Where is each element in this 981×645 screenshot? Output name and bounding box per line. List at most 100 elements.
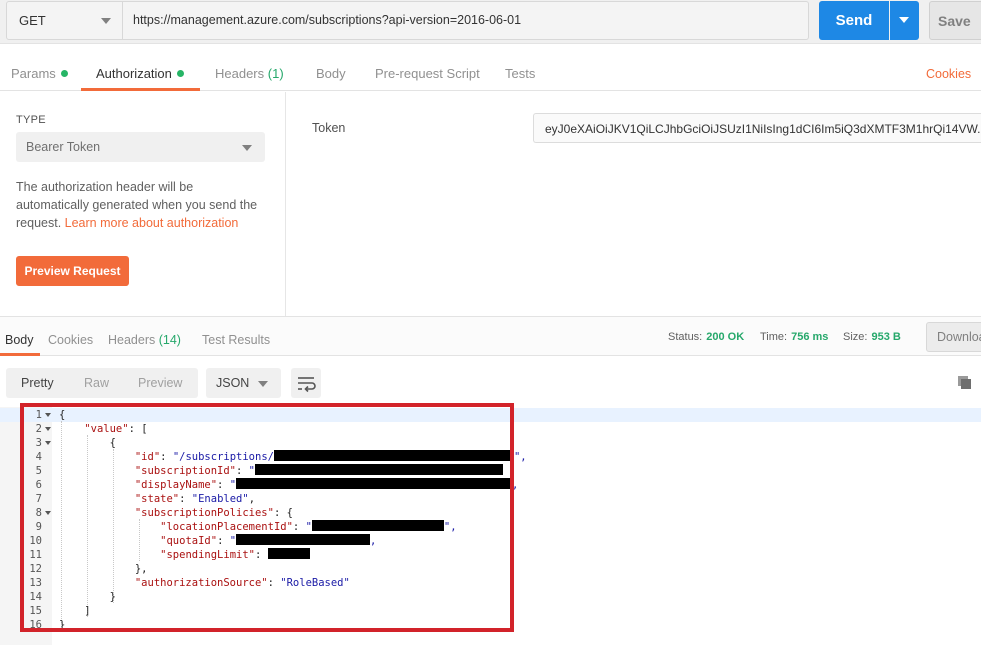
auth-type-select[interactable]: Bearer Token: [16, 132, 265, 162]
redaction-bar: [273, 450, 514, 461]
tab-response-headers[interactable]: Headers (14): [108, 333, 181, 347]
tab-count: (14): [158, 333, 181, 347]
code-line: 10 "quotaId": ",: [0, 534, 981, 548]
request-bar: GET https://management.azure.com/subscri…: [0, 0, 981, 44]
tab-test-results[interactable]: Test Results: [202, 333, 270, 347]
tab-tests[interactable]: Tests: [505, 66, 535, 81]
pretty-button[interactable]: Pretty: [21, 376, 54, 390]
preview-button[interactable]: Preview: [138, 376, 182, 390]
token-label: Token: [312, 121, 346, 135]
wrap-lines-icon: [298, 377, 316, 393]
line-text: "subscriptionId": ": [59, 464, 503, 478]
line-text: ]: [59, 605, 91, 617]
cookies-link[interactable]: Cookies: [926, 67, 971, 81]
tab-label: Headers: [108, 333, 156, 347]
time-value: 756 ms: [791, 331, 829, 343]
line-text: },: [59, 563, 148, 575]
line-text: "value": [: [84, 423, 148, 435]
tab-label: Authorization: [96, 66, 172, 81]
send-button[interactable]: Send: [819, 1, 889, 40]
status-dot-icon: [176, 70, 184, 77]
active-tab-indicator: [81, 88, 200, 91]
method-select[interactable]: GET: [6, 1, 123, 40]
status-label: Status:: [668, 331, 703, 343]
code-line: 15 ]: [0, 604, 981, 618]
line-number: 3: [35, 437, 42, 449]
code-line: 4 "id": "/subscriptions/",: [0, 450, 981, 464]
line-number: 12: [29, 563, 42, 575]
line-number: 9: [35, 521, 42, 533]
line-number: 4: [35, 451, 42, 463]
tab-authorization[interactable]: Authorization: [96, 66, 184, 81]
code-line: 1{: [0, 408, 981, 422]
code-line: 3 {: [0, 436, 981, 450]
line-number: 10: [29, 535, 42, 547]
response-body-code[interactable]: 1{2 "value": [3 {4 "id": "/subscriptions…: [0, 407, 981, 645]
line-number: 5: [35, 465, 42, 477]
format-select[interactable]: JSON: [206, 368, 281, 398]
line-text: {: [59, 437, 116, 449]
tab-label: Params: [11, 66, 56, 81]
time-label: Time:: [760, 331, 788, 343]
response-time: Time: 756 ms: [760, 331, 828, 343]
tab-body[interactable]: Body: [316, 66, 346, 81]
line-text: "id": "/subscriptions/",: [134, 450, 527, 463]
chevron-down-icon: [242, 145, 252, 151]
request-tabs: Params Authorization Headers (1) Body Pr…: [0, 51, 981, 91]
line-text: "authorizationSource": "RoleBased": [134, 577, 350, 589]
token-input[interactable]: eyJ0eXAiOiJKV1QiLCJhbGciOiJSUzI1NiIsIng1…: [533, 113, 981, 143]
redaction-bar: [255, 464, 503, 475]
line-text: "locationPlacementId": " ",: [160, 520, 457, 533]
line-number: 11: [29, 549, 42, 561]
line-text: }: [59, 619, 66, 631]
fold-arrow-icon[interactable]: [45, 441, 51, 445]
line-number: 14: [29, 591, 42, 603]
tab-prerequest-script[interactable]: Pre-request Script: [375, 66, 480, 81]
redaction-bar: [267, 548, 310, 559]
line-text: "spendingLimit":: [59, 548, 310, 562]
redaction-bar: [236, 534, 371, 545]
redaction-bar: [311, 520, 444, 531]
format-value: JSON: [216, 376, 250, 390]
tab-response-cookies[interactable]: Cookies: [48, 333, 93, 347]
auth-type-value: Bearer Token: [26, 140, 101, 154]
response-size: Size: 953 B: [843, 331, 901, 343]
line-number: 2: [35, 423, 42, 435]
send-options-button[interactable]: [890, 1, 919, 40]
status-dot-icon: [60, 70, 68, 77]
line-text: }: [59, 591, 116, 603]
code-line: 11 "spendingLimit":: [0, 548, 981, 562]
code-line: 14 }: [0, 590, 981, 604]
active-tab-indicator: [0, 353, 40, 356]
fold-arrow-icon[interactable]: [45, 511, 51, 515]
code-line: 7 "state": "Enabled",: [0, 492, 981, 506]
url-input[interactable]: https://management.azure.com/subscriptio…: [123, 1, 809, 40]
code-line: 9 "locationPlacementId": " ",: [0, 520, 981, 534]
line-number: 1: [35, 409, 42, 421]
save-button[interactable]: Save: [929, 1, 981, 40]
tab-response-body[interactable]: Body: [5, 333, 34, 347]
chevron-down-icon: [899, 17, 909, 23]
response-status: Status: 200 OK: [668, 331, 744, 343]
preview-request-button[interactable]: Preview Request: [16, 256, 129, 286]
chevron-down-icon: [101, 18, 111, 24]
raw-button[interactable]: Raw: [84, 376, 109, 390]
chevron-down-icon: [258, 381, 268, 387]
line-number: 7: [35, 493, 42, 505]
fold-arrow-icon[interactable]: [45, 413, 51, 417]
line-number: 13: [29, 577, 42, 589]
learn-more-link[interactable]: Learn more about authorization: [65, 216, 239, 230]
fold-arrow-icon[interactable]: [45, 427, 51, 431]
tab-params[interactable]: Params: [11, 66, 68, 81]
code-line: 6 "displayName": ",: [0, 478, 981, 492]
line-text: "state": "Enabled",: [134, 493, 256, 505]
download-button[interactable]: Download: [926, 322, 981, 352]
line-number: 15: [29, 605, 42, 617]
wrap-lines-button[interactable]: [291, 368, 321, 398]
tab-count: (1): [267, 66, 284, 81]
copy-icon[interactable]: [956, 374, 974, 392]
view-mode-group: Pretty Raw Preview: [6, 368, 198, 398]
status-value: 200 OK: [706, 331, 745, 343]
tab-headers[interactable]: Headers (1): [215, 66, 284, 81]
copy-icon-graphic: [958, 376, 971, 389]
